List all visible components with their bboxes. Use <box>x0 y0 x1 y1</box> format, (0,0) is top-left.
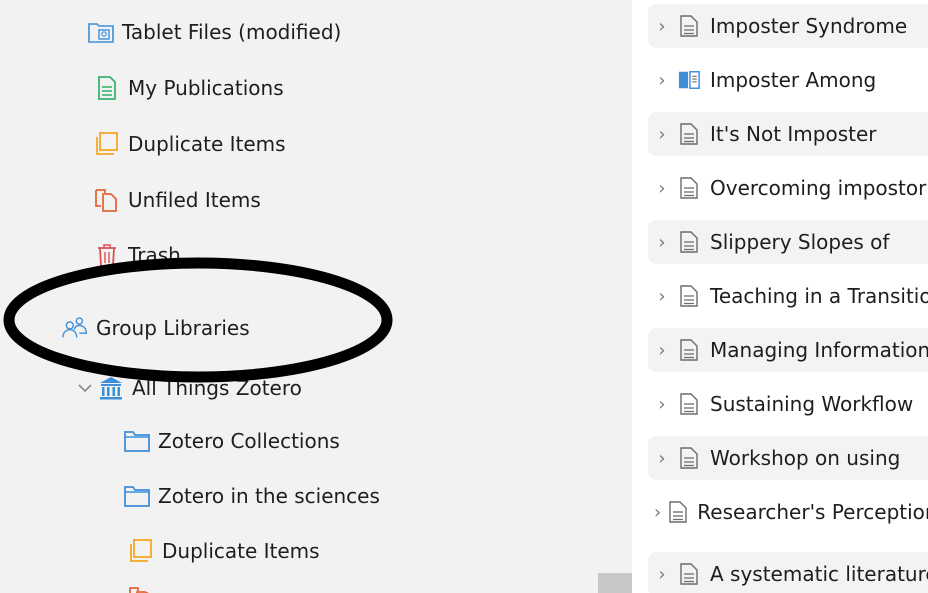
chevron-right-icon[interactable]: › <box>654 16 670 37</box>
item-row[interactable]: › Workshop on using <box>648 436 928 480</box>
item-title: Imposter Syndrome <box>710 14 908 38</box>
trash-icon <box>94 242 120 268</box>
zotero-window: Tablet Files (modified) My Publications <box>0 0 928 593</box>
item-title: It's Not Imposter <box>710 122 877 146</box>
item-row[interactable]: › Overcoming impostor <box>648 166 928 210</box>
document-icon <box>678 284 700 308</box>
items-pane: › Imposter Syndrome › Imposter Among › I… <box>632 0 928 593</box>
collection-zotero-in-the-sciences[interactable]: Zotero in the sciences <box>124 476 380 516</box>
item-row[interactable]: › Managing Information <box>648 328 928 372</box>
collection-group-duplicate-items[interactable]: Duplicate Items <box>128 531 320 571</box>
chevron-right-icon[interactable]: › <box>654 232 670 253</box>
group-library-all-things-zotero[interactable]: All Things Zotero <box>76 368 302 408</box>
chevron-right-icon[interactable]: › <box>654 502 661 523</box>
item-row[interactable]: › It's Not Imposter <box>648 112 928 156</box>
document-icon <box>669 500 687 524</box>
tablet-folder-icon <box>88 19 114 45</box>
document-icon <box>678 392 700 416</box>
collection-duplicate-items[interactable]: Duplicate Items <box>94 124 286 164</box>
item-title: Slippery Slopes of <box>710 230 890 254</box>
collection-label: Duplicate Items <box>128 132 286 156</box>
item-row[interactable]: › Imposter Among <box>648 58 928 102</box>
scrollbar-thumb[interactable] <box>598 573 632 593</box>
document-icon <box>678 176 700 200</box>
item-title: Workshop on using <box>710 446 901 470</box>
item-title: Imposter Among <box>710 68 877 92</box>
publications-icon <box>94 75 120 101</box>
item-row[interactable]: › Teaching in a Transition <box>648 274 928 318</box>
book-icon <box>678 68 700 92</box>
collection-label: Zotero Collections <box>158 429 340 453</box>
collection-zotero-collections[interactable]: Zotero Collections <box>124 421 340 461</box>
unfiled-items-icon <box>94 187 120 213</box>
chevron-right-icon[interactable]: › <box>654 448 670 469</box>
document-icon <box>678 446 700 470</box>
collection-label: Duplicate Items <box>162 539 320 563</box>
document-icon <box>678 230 700 254</box>
unfiled-items-icon <box>129 587 150 593</box>
chevron-right-icon[interactable]: › <box>654 70 670 91</box>
group-libraries-label: Group Libraries <box>96 316 250 340</box>
item-title: Teaching in a Transition <box>710 284 928 308</box>
document-icon <box>678 338 700 362</box>
document-icon <box>678 122 700 146</box>
collections-pane: Tablet Files (modified) My Publications <box>0 0 632 593</box>
document-icon <box>678 562 700 586</box>
chevron-down-icon[interactable] <box>76 379 94 397</box>
collection-label: Unfiled Items <box>128 188 261 212</box>
item-title: Sustaining Workflow <box>710 392 914 416</box>
chevron-right-icon[interactable]: › <box>654 394 670 415</box>
document-icon <box>678 14 700 38</box>
folder-icon <box>124 428 150 454</box>
item-row[interactable]: › Slippery Slopes of <box>648 220 928 264</box>
item-row[interactable]: › Researcher's Perceptions <box>648 490 928 534</box>
collection-label: Trash <box>128 243 181 267</box>
chevron-right-icon[interactable]: › <box>654 340 670 361</box>
collection-trash[interactable]: Trash <box>94 235 181 275</box>
collection-tablet-files[interactable]: Tablet Files (modified) <box>88 12 341 52</box>
chevron-right-icon[interactable]: › <box>654 564 670 585</box>
library-building-icon <box>98 375 124 401</box>
chevron-right-icon[interactable]: › <box>654 286 670 307</box>
item-title: Managing Information <box>710 338 928 362</box>
item-title: Researcher's Perceptions <box>697 500 928 524</box>
collection-label: Zotero in the sciences <box>158 484 380 508</box>
folder-icon <box>124 483 150 509</box>
group-library-label: All Things Zotero <box>132 376 302 400</box>
collection-label: My Publications <box>128 76 284 100</box>
group-libraries-header[interactable]: Group Libraries <box>62 308 250 348</box>
collection-unfiled-items[interactable]: Unfiled Items <box>94 180 261 220</box>
duplicate-items-icon <box>128 538 154 564</box>
item-row[interactable]: › Imposter Syndrome <box>648 4 928 48</box>
duplicate-items-icon <box>94 131 120 157</box>
chevron-right-icon[interactable]: › <box>654 178 670 199</box>
collection-my-publications[interactable]: My Publications <box>94 68 284 108</box>
item-title: A systematic literature <box>710 562 928 586</box>
item-row[interactable]: › A systematic literature <box>648 552 928 593</box>
collection-label: Tablet Files (modified) <box>122 20 342 44</box>
item-title: Overcoming impostor <box>710 176 927 200</box>
group-libraries-icon <box>62 315 88 341</box>
item-row[interactable]: › Sustaining Workflow <box>648 382 928 426</box>
chevron-right-icon[interactable]: › <box>654 124 670 145</box>
